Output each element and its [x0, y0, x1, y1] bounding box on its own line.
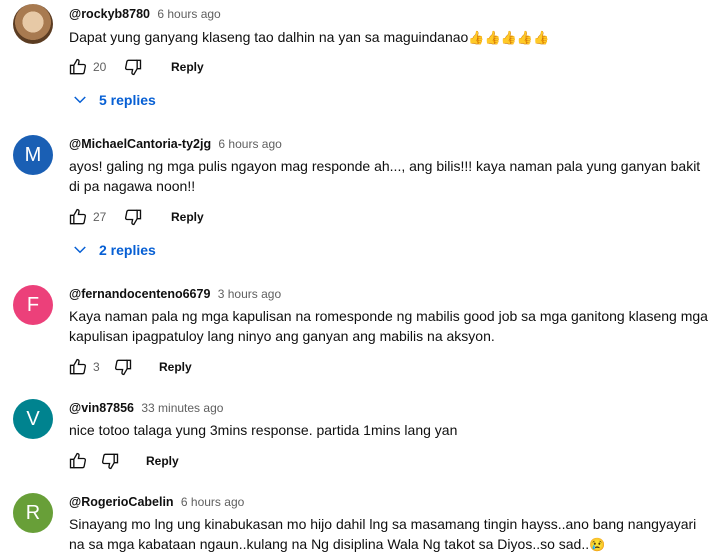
- comment-actions: 3 Reply: [66, 355, 192, 379]
- avatar[interactable]: V: [13, 399, 53, 439]
- reply-button[interactable]: Reply: [146, 454, 179, 468]
- reply-button[interactable]: Reply: [171, 60, 204, 74]
- chevron-down-icon: [74, 246, 86, 254]
- like-icon[interactable]: [66, 355, 90, 379]
- like-icon[interactable]: [66, 205, 90, 229]
- dislike-icon[interactable]: [121, 55, 145, 79]
- view-replies-button[interactable]: 5 replies: [71, 88, 156, 112]
- comment-time[interactable]: 6 hours ago: [157, 7, 220, 21]
- view-replies-button[interactable]: 2 replies: [71, 238, 156, 262]
- comment-time[interactable]: 33 minutes ago: [141, 401, 223, 415]
- like-count: 27: [93, 210, 107, 224]
- dislike-icon[interactable]: [121, 205, 145, 229]
- comment-actions: 20 Reply: [66, 55, 204, 79]
- comment-text: nice totoo talaga yung 3mins response. p…: [69, 422, 458, 438]
- comment-author[interactable]: @RogerioCabelin: [69, 495, 174, 509]
- dislike-icon[interactable]: [98, 449, 122, 473]
- comment-time[interactable]: 6 hours ago: [218, 137, 281, 151]
- dislike-icon[interactable]: [111, 355, 135, 379]
- comment-text: Dapat yung ganyang klaseng tao dalhin na…: [69, 29, 550, 45]
- comment-actions: 27 Reply: [66, 205, 204, 229]
- comment-time[interactable]: 6 hours ago: [181, 495, 244, 509]
- comment-text: ayos! galing ng mga pulis ngayon mag res…: [69, 158, 701, 194]
- avatar[interactable]: R: [13, 493, 53, 533]
- comment-text: Kaya naman pala ng mga kapulisan na rome…: [69, 308, 708, 344]
- reply-button[interactable]: Reply: [171, 210, 204, 224]
- comment-author[interactable]: @vin87856: [69, 401, 134, 415]
- thumbs-up-emoji: 👍👍👍👍👍: [468, 30, 550, 45]
- avatar[interactable]: [13, 4, 53, 44]
- comment-time[interactable]: 3 hours ago: [218, 287, 281, 301]
- like-count: 20: [93, 60, 107, 74]
- comment-author[interactable]: @rockyb8780: [69, 7, 150, 21]
- like-icon[interactable]: [66, 55, 90, 79]
- avatar[interactable]: F: [13, 285, 53, 325]
- reply-button[interactable]: Reply: [159, 360, 192, 374]
- replies-label: 5 replies: [99, 92, 156, 108]
- like-icon[interactable]: [66, 449, 90, 473]
- comment-actions: Reply: [66, 449, 179, 473]
- crying-emoji: 😢: [589, 537, 606, 552]
- replies-label: 2 replies: [99, 242, 156, 258]
- avatar[interactable]: M: [13, 135, 53, 175]
- comment-author[interactable]: @fernandocenteno6679: [69, 287, 210, 301]
- comment-author[interactable]: @MichaelCantoria-ty2jg: [69, 137, 211, 151]
- comment-text: Sinayang mo lng ung kinabukasan mo hijo …: [69, 516, 697, 552]
- chevron-down-icon: [74, 96, 86, 104]
- like-count: 3: [93, 360, 100, 374]
